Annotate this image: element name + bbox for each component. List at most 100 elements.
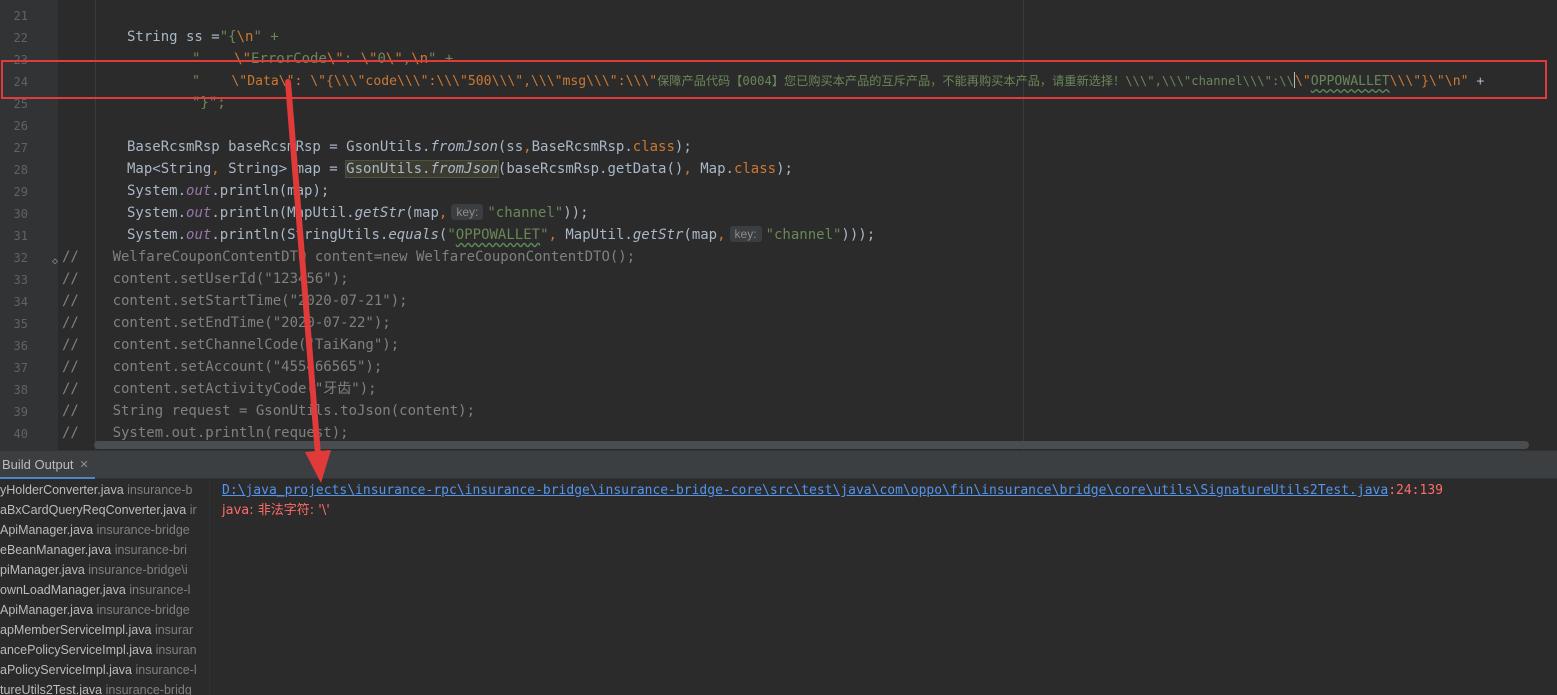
annotation-highlight-box [1, 60, 1547, 99]
code-token: Map<String [127, 161, 212, 177]
tab-build-output[interactable]: Build Output ✕ [0, 451, 95, 479]
tool-window-tabbar: Build Output ✕ [0, 451, 1557, 479]
file-path: insuran [155, 643, 197, 657]
line-number: 21 [13, 9, 28, 23]
code-token: BaseRcsmRsp baseRcsmRsp = GsonUtils. [127, 139, 431, 155]
code-token: )); [563, 205, 589, 221]
list-item[interactable]: ancePolicyServiceImpl.java insuran [0, 640, 209, 660]
error-file-link[interactable]: D:\java_projects\insurance-rpc\insurance… [222, 483, 1388, 498]
comment-line[interactable]: // WelfareCouponContentDTO content=new W… [62, 246, 635, 268]
error-location: D:\java_projects\insurance-rpc\insurance… [222, 481, 1443, 501]
build-output-panel: Build Output ✕ yHolderConverter.java ins… [0, 450, 1557, 695]
list-item[interactable]: tureUtils2Test.java insurance-bridg [0, 680, 209, 695]
list-item[interactable]: apMemberServiceImpl.java insurar [0, 620, 209, 640]
error-message: java: 非法字符: '\' [222, 503, 330, 518]
code-token: , [717, 227, 726, 243]
horizontal-scrollbar[interactable] [94, 441, 1529, 449]
file-name: piManager.java [0, 563, 85, 577]
code-line-30[interactable]: System.out.println(MapUtil.getStr(map, ke… [127, 202, 589, 224]
line-number: 35 [13, 317, 28, 331]
list-item[interactable]: eBeanManager.java insurance-bri [0, 540, 209, 560]
fold-icon[interactable]: ◇ [52, 256, 58, 267]
file-name: ancePolicyServiceImpl.java [0, 643, 153, 657]
code-token: .println(MapUtil. [211, 205, 355, 221]
close-icon[interactable]: ✕ [80, 458, 89, 471]
code-token: .println(map); [211, 183, 330, 199]
code-token: (map [405, 205, 439, 221]
parameter-hint: key: [729, 226, 762, 242]
list-item[interactable]: aPolicyServiceImpl.java insurance-l [0, 660, 209, 680]
code-line-28[interactable]: Map<String, String> map = GsonUtils.from… [127, 158, 793, 180]
code-token: out [186, 183, 212, 199]
code-token: "{ [219, 29, 237, 45]
file-path: insurance-b [127, 483, 193, 497]
comment-line[interactable]: // content.setAccount("455466565"); [62, 356, 382, 378]
comment-line[interactable]: // String request = GsonUtils.toJson(con… [62, 400, 475, 422]
code-token: , [683, 161, 692, 177]
code-token: System. [127, 227, 187, 243]
file-name: aPolicyServiceImpl.java [0, 663, 132, 677]
line-number: 33 [13, 273, 28, 287]
list-item[interactable]: aBxCardQueryReqConverter.java ir [0, 500, 209, 520]
code-token: ))); [841, 227, 876, 243]
code-token: , [211, 161, 220, 177]
code-token: MapUtil. [556, 227, 633, 243]
code-token: class [632, 139, 675, 155]
comment-line[interactable]: // content.setEndTime("2020-07-22"); [62, 312, 391, 334]
comment-line[interactable]: // content.setUserId("123456"); [62, 268, 349, 290]
line-number: 22 [13, 31, 28, 45]
line-number: 26 [13, 119, 28, 133]
tab-label: Build Output [2, 456, 74, 472]
code-token: fromJson [430, 161, 498, 177]
code-token: fromJson [430, 139, 498, 155]
line-number: 34 [13, 295, 28, 309]
code-token: " + [253, 29, 279, 45]
build-message-area: D:\java_projects\insurance-rpc\insurance… [222, 481, 1443, 521]
code-token: System. [127, 183, 187, 199]
file-path: insurance-bridge [96, 603, 190, 617]
code-token: getStr [632, 227, 684, 243]
comment-line[interactable]: // content.setActivityCode("牙齿"); [62, 378, 377, 400]
file-name: ApiManager.java [0, 603, 94, 617]
list-item[interactable]: piManager.java insurance-bridge\i [0, 560, 209, 580]
line-number: 32 [13, 251, 28, 265]
code-line-29[interactable]: System.out.println(map); [127, 180, 329, 202]
list-item[interactable]: ApiManager.java insurance-bridge [0, 520, 209, 540]
code-token: " [540, 227, 549, 243]
code-token: String ss = [127, 29, 220, 45]
list-item[interactable]: ApiManager.java insurance-bridge [0, 600, 209, 620]
code-token: Map. [691, 161, 734, 177]
file-path: insurance-l [135, 663, 197, 677]
file-path: insurance-l [129, 583, 191, 597]
list-item[interactable]: yHolderConverter.java insurance-b [0, 480, 209, 500]
file-path: ir [189, 503, 197, 517]
code-line-22[interactable]: String ss ="{\n" + [127, 26, 279, 48]
line-number: 40 [13, 427, 28, 441]
error-position: :24:139 [1388, 483, 1443, 498]
comment-line[interactable]: // content.setStartTime("2020-07-21"); [62, 290, 408, 312]
line-number: 30 [13, 207, 28, 221]
code-token: getStr [354, 205, 406, 221]
code-token: ); [674, 139, 692, 155]
code-editor[interactable]: 21 22 23 24 25 26 27 28 29 30 31 32 33 3… [0, 0, 1557, 450]
list-item[interactable]: ownLoadManager.java insurance-l [0, 580, 209, 600]
code-token: (ss [497, 139, 524, 155]
code-token: , [438, 205, 448, 221]
code-line-27[interactable]: BaseRcsmRsp baseRcsmRsp = GsonUtils.from… [127, 136, 692, 158]
comment-line[interactable]: // content.setChannelCode("TaiKang"); [62, 334, 399, 356]
code-line-31[interactable]: System.out.println(StringUtils.equals("O… [127, 224, 875, 246]
file-path: insurance-bridg [105, 683, 192, 695]
line-number: 27 [13, 141, 28, 155]
file-path: insurar [154, 623, 194, 637]
line-number: 31 [13, 229, 28, 243]
code-token: , [523, 139, 532, 155]
build-file-list: yHolderConverter.java insurance-b aBxCar… [0, 480, 210, 695]
file-path: insurance-bridge [96, 523, 190, 537]
code-token: (baseRcsmRsp.getData() [497, 161, 684, 177]
code-token: class [733, 161, 777, 177]
code-token: equals [388, 227, 439, 243]
file-name: aBxCardQueryReqConverter.java [0, 503, 187, 517]
line-number: 38 [13, 383, 28, 397]
parameter-hint: key: [451, 204, 484, 220]
line-number: 29 [13, 185, 28, 199]
